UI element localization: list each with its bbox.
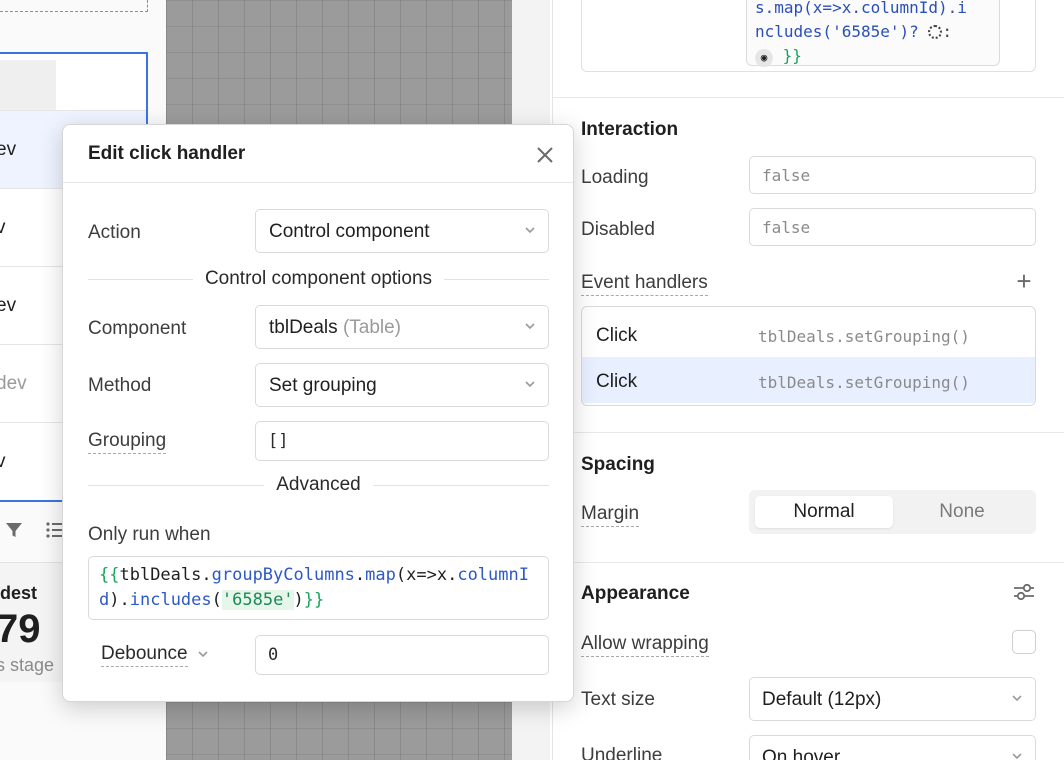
advanced-divider: Advanced <box>88 474 549 496</box>
chevron-down-icon <box>525 381 535 388</box>
inspector-panel: s.map(x=>x.columnId).i ncludes('6585e')?… <box>552 0 1064 760</box>
only-run-when-code-input[interactable]: {{tblDeals.groupByColumns.map(x=>x.colum… <box>88 556 549 620</box>
table-cell: ev <box>0 295 17 316</box>
appearance-section-title: Appearance <box>581 583 690 604</box>
section-divider <box>553 97 1064 98</box>
code-property-box: s.map(x=>x.columnId).i ncludes('6585e')?… <box>581 0 1036 72</box>
options-divider: Control component options <box>88 268 549 290</box>
disabled-label: Disabled <box>581 219 655 240</box>
text-size-select[interactable]: Default (12px) <box>749 677 1036 721</box>
loading-spinner-icon <box>928 25 943 39</box>
modal-title: Edit click handler <box>88 143 246 164</box>
modal-header: Edit click handler <box>63 125 573 183</box>
event-handler-list: Click tblDeals.setGrouping() Click tblDe… <box>581 306 1036 406</box>
sliders-icon[interactable] <box>1013 582 1035 602</box>
edit-click-handler-modal: Edit click handler Action Control compon… <box>62 124 574 702</box>
method-value: Set grouping <box>269 375 377 396</box>
grouping-label: Grouping <box>88 430 167 454</box>
stat-value: 79 <box>0 607 41 651</box>
loading-input[interactable]: false <box>749 156 1036 194</box>
underline-label: Underline <box>581 745 663 760</box>
table-cell: dev <box>0 373 27 394</box>
margin-segmented-control: Normal None <box>749 490 1036 534</box>
table-cell: v <box>0 451 6 472</box>
underline-select[interactable]: On hover <box>749 735 1036 760</box>
margin-label: Margin <box>581 503 640 527</box>
event-handler-row[interactable]: Click tblDeals.setGrouping() <box>582 311 1035 357</box>
method-select[interactable]: Set grouping <box>255 363 549 407</box>
stat-caption: s stage <box>0 655 55 675</box>
handler-event: Click <box>596 325 638 346</box>
chevron-down-icon <box>1012 695 1022 702</box>
allow-wrapping-label: Allow wrapping <box>581 633 709 657</box>
options-divider-label: Control component options <box>192 268 445 289</box>
component-select[interactable]: tblDeals (Table) <box>255 305 549 349</box>
component-label: Component <box>88 318 187 339</box>
spacing-section-title: Spacing <box>581 454 655 475</box>
stat-label: dest <box>0 583 38 603</box>
mask-icon: ◉ <box>755 49 773 67</box>
interaction-section-title: Interaction <box>581 119 679 140</box>
text-size-label: Text size <box>581 689 655 710</box>
add-handler-plus-icon[interactable]: + <box>1013 268 1035 294</box>
section-divider <box>553 562 1064 563</box>
code-line: ◉ }} <box>755 44 999 68</box>
underline-value: On hover <box>762 747 841 760</box>
handler-action: tblDeals.setGrouping() <box>758 327 970 346</box>
action-select[interactable]: Control component <box>255 209 549 253</box>
allow-wrapping-checkbox[interactable] <box>1012 630 1036 654</box>
debounce-input[interactable]: 0 <box>255 635 549 675</box>
margin-option-normal[interactable]: Normal <box>755 496 893 528</box>
code-line: ncludes('6585e')? : <box>755 22 953 41</box>
close-icon[interactable] <box>535 145 555 165</box>
code-line: s.map(x=>x.columnId).i <box>755 0 967 17</box>
loading-label: Loading <box>581 167 649 188</box>
margin-option-none[interactable]: None <box>893 496 1031 528</box>
chevron-down-icon <box>525 227 535 234</box>
table-cell: ev <box>0 139 17 160</box>
action-label: Action <box>88 222 141 243</box>
chevron-down-icon <box>525 323 535 330</box>
code-snippet[interactable]: s.map(x=>x.columnId).i ncludes('6585e')?… <box>746 0 1000 68</box>
filter-icon[interactable] <box>4 520 24 540</box>
handler-event: Click <box>596 371 638 392</box>
text-size-value: Default (12px) <box>762 689 882 710</box>
selection-outline <box>0 0 148 12</box>
section-divider <box>553 432 1064 433</box>
debounce-dropdown[interactable]: Debounce <box>101 643 209 667</box>
only-run-when-label: Only run when <box>88 524 211 545</box>
handler-action: tblDeals.setGrouping() <box>758 373 970 392</box>
component-type: (Table) <box>342 317 402 338</box>
table-header-cell <box>0 60 56 110</box>
chevron-down-icon <box>1012 753 1022 760</box>
event-handler-row-selected[interactable]: Click tblDeals.setGrouping() <box>582 357 1035 403</box>
grouping-input[interactable]: [] <box>255 421 549 461</box>
table-cell: v <box>0 217 6 238</box>
event-handlers-label: Event handlers <box>581 272 708 296</box>
debounce-label: Debounce <box>101 643 188 667</box>
chevron-down-icon <box>198 651 208 658</box>
method-label: Method <box>88 375 152 396</box>
advanced-divider-label: Advanced <box>264 474 373 495</box>
component-value: tblDeals <box>269 317 338 338</box>
action-value: Control component <box>269 221 430 242</box>
disabled-input[interactable]: false <box>749 208 1036 246</box>
